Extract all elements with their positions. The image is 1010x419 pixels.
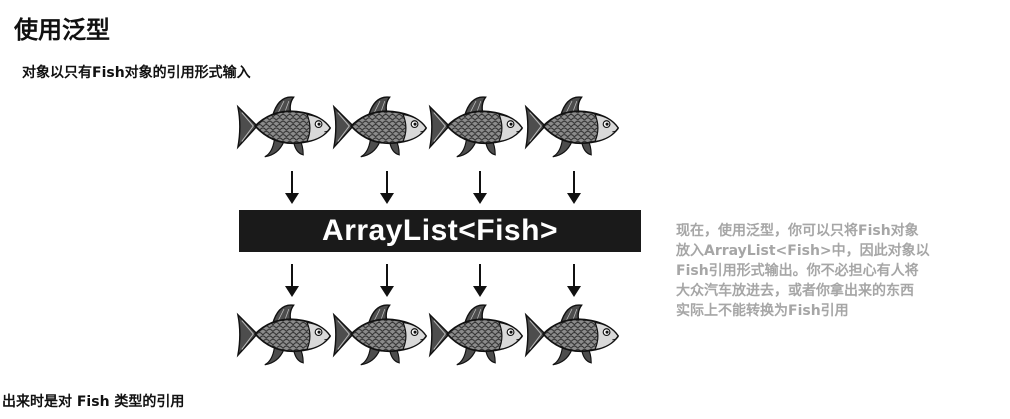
input-arrows [0,171,1010,205]
arrow-down-icon [379,171,395,205]
arrow-down-icon [566,171,582,205]
explanation-note: 现在，使用泛型，你可以只将Fish对象 放入ArrayList<Fish>中，因… [676,221,1006,321]
arrow-down-icon [472,264,488,298]
arrow-down-icon [472,171,488,205]
arrow-down-icon [379,264,395,298]
input-fish-row [236,92,636,162]
fish-icon [237,304,331,366]
output-fish-row [236,300,636,370]
fish-icon [333,304,427,366]
page-title: 使用泛型 [14,16,110,44]
note-line: 实际上不能转换为Fish引用 [676,303,849,319]
output-caption: 出来时是对 Fish 类型的引用 [2,394,185,410]
fish-icon [525,96,619,158]
fish-icon [525,304,619,366]
arrow-down-icon [284,171,300,205]
fish-icon [429,304,523,366]
fish-icon [429,96,523,158]
note-line: 现在，使用泛型，你可以只将Fish对象 [676,223,919,239]
note-line: 大众汽车放进去，或者你拿出来的东西 [676,283,914,299]
arrow-down-icon [566,264,582,298]
arrow-down-icon [284,264,300,298]
note-line: 放入ArrayList<Fish>中，因此对象以 [676,243,930,259]
input-caption: 对象以只有Fish对象的引用形式输入 [22,65,251,81]
note-line: Fish引用形式输出。你不必担心有人将 [676,263,919,279]
fish-icon [333,96,427,158]
arraylist-container-bar: ArrayList<Fish> [239,210,641,252]
fish-icon [237,96,331,158]
